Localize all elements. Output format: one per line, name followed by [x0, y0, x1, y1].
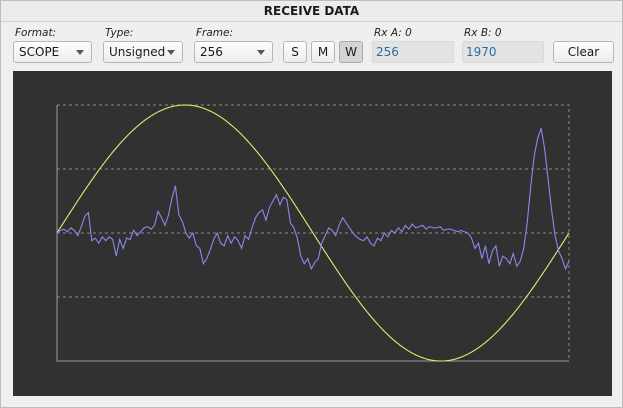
signal-trace [56, 127, 570, 271]
scope-plot [56, 104, 570, 362]
rx-b-field: 1970 [462, 41, 544, 63]
scope-display [13, 71, 612, 396]
rx-a-field: 256 [372, 41, 454, 63]
m-button[interactable]: M [311, 41, 335, 63]
chevron-down-icon [76, 50, 84, 55]
rx-b-label: Rx B: 0 [464, 27, 502, 39]
format-value: SCOPE [19, 45, 60, 59]
frame-label: Frame: [196, 27, 234, 39]
format-label: Format: [15, 27, 57, 39]
chevron-down-icon [257, 50, 265, 55]
frame-select[interactable]: 256 [194, 41, 273, 63]
type-select[interactable]: Unsigned [103, 41, 183, 63]
w-button[interactable]: W [339, 41, 363, 63]
s-button[interactable]: S [283, 41, 307, 63]
chevron-down-icon [167, 50, 175, 55]
receive-data-window: RECEIVE DATA Format: SCOPE Type: Unsigne… [0, 0, 623, 408]
rx-a-label: Rx A: 0 [374, 27, 412, 39]
clear-button[interactable]: Clear [553, 41, 614, 63]
type-label: Type: [105, 27, 134, 39]
format-select[interactable]: SCOPE [13, 41, 92, 63]
frame-value: 256 [200, 45, 223, 59]
sine-trace [56, 104, 570, 362]
window-title: RECEIVE DATA [1, 1, 622, 22]
type-value: Unsigned [109, 45, 166, 59]
